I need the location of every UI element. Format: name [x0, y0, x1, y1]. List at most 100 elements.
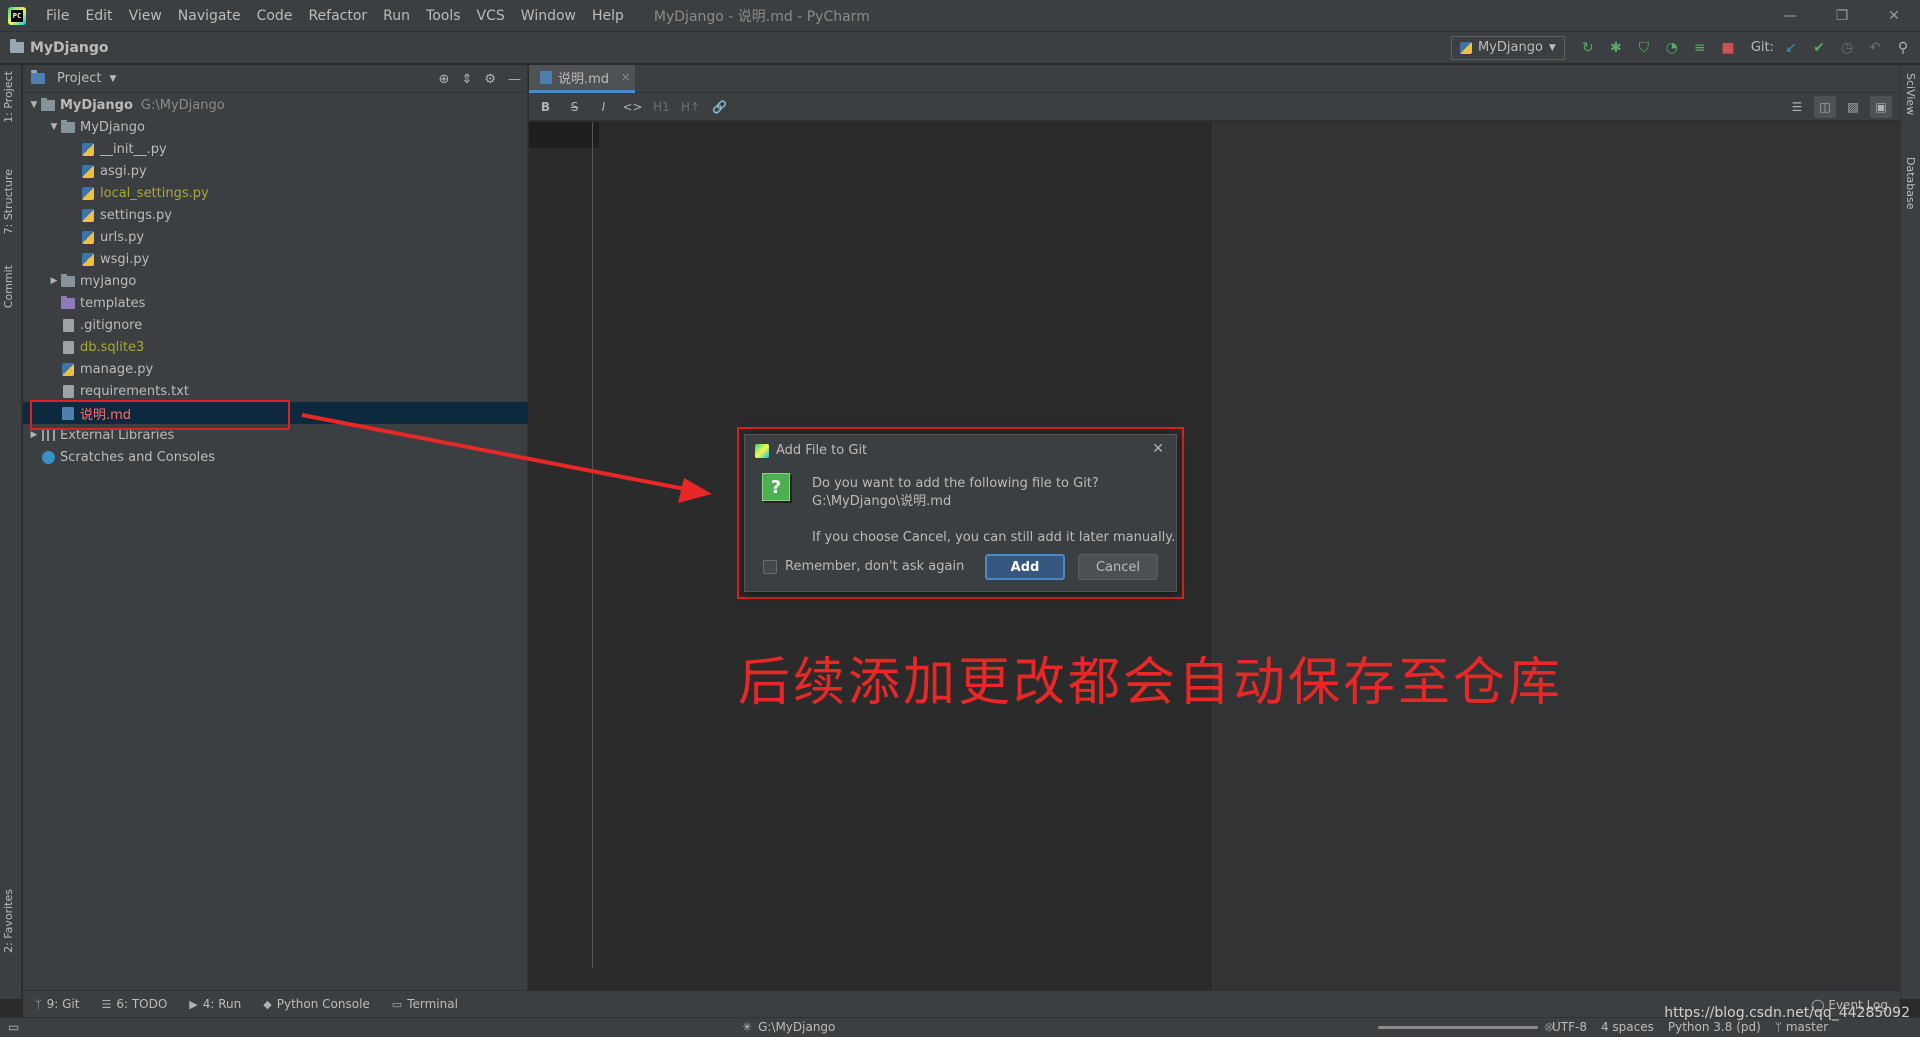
git-history-icon[interactable]: ◷ — [1836, 37, 1858, 59]
preview-only-icon[interactable]: ▨ — [1842, 96, 1864, 118]
chevron-down-icon[interactable]: ▼ — [109, 74, 116, 84]
restore-button[interactable]: ❐ — [1816, 0, 1868, 31]
split-view-icon[interactable]: ◫ — [1814, 96, 1836, 118]
tab-structure[interactable]: 7: Structure — [2, 169, 15, 234]
indent-widget[interactable]: 4 spaces — [1601, 1020, 1654, 1034]
editor-only-icon[interactable]: ☰ — [1786, 96, 1808, 118]
menu-code[interactable]: Code — [249, 8, 301, 24]
tree-item[interactable]: ▶ myjango — [23, 270, 528, 292]
git-rollback-icon[interactable]: ↶ — [1864, 37, 1886, 59]
rerun-icon[interactable]: ↻ — [1577, 37, 1599, 59]
close-window-button[interactable]: ✕ — [1868, 0, 1920, 31]
cancel-button[interactable]: Cancel — [1078, 554, 1158, 580]
python-file-icon — [82, 142, 94, 156]
collapse-all-icon[interactable]: ⇕ — [461, 72, 472, 87]
file-icon — [62, 384, 74, 398]
run-concurrency-icon[interactable]: ≡ — [1689, 37, 1711, 59]
minimize-button[interactable]: — — [1764, 0, 1816, 31]
stop-icon[interactable]: ■ — [1717, 37, 1739, 59]
menu-view[interactable]: View — [121, 8, 170, 24]
preview-mode-buttons: ☰ ◫ ▨ ▣ — [1786, 96, 1892, 118]
code-button[interactable]: <> — [618, 100, 647, 114]
menu-file[interactable]: File — [38, 8, 77, 24]
git-update-icon[interactable]: ↙ — [1780, 37, 1802, 59]
menu-vcs[interactable]: VCS — [469, 8, 513, 24]
git-label: Git: — [1750, 40, 1774, 55]
tree-item[interactable]: asgi.py — [23, 160, 528, 182]
tree-item-label: MyDjango — [80, 119, 145, 135]
hide-icon[interactable]: — — [508, 72, 521, 87]
chevron-down-icon[interactable]: ▼ — [27, 100, 41, 110]
tab-commit[interactable]: Commit — [2, 265, 15, 308]
breadcrumb-project[interactable]: MyDjango — [10, 39, 109, 56]
search-icon[interactable]: ⚲ — [1892, 37, 1914, 59]
folder-icon — [61, 273, 75, 287]
link-button[interactable]: 🔗 — [705, 100, 734, 114]
tree-item[interactable]: __init__.py — [23, 138, 528, 160]
dialog-message: Do you want to add the following file to… — [812, 475, 1099, 511]
profile-icon[interactable]: ◔ — [1661, 37, 1683, 59]
close-icon[interactable]: ✕ — [1152, 441, 1164, 457]
tab-project[interactable]: 1: Project — [2, 71, 15, 123]
menu-edit[interactable]: Edit — [77, 8, 120, 24]
tab-favorites[interactable]: 2: Favorites — [2, 889, 15, 953]
tree-item[interactable]: ▼ MyDjango — [23, 116, 528, 138]
chevron-right-icon[interactable]: ▶ — [27, 430, 41, 440]
italic-button[interactable]: I — [589, 100, 618, 114]
add-button[interactable]: Add — [985, 554, 1065, 580]
dialog-hint: If you choose Cancel, you can still add … — [812, 530, 1176, 545]
tab-readme-md[interactable]: 说明.md ✕ — [529, 65, 635, 93]
window-controls: — ❐ ✕ — [1764, 0, 1920, 31]
tab-sciview[interactable]: SciView — [1904, 73, 1917, 115]
tree-item[interactable]: wsgi.py — [23, 248, 528, 270]
menu-refactor[interactable]: Refactor — [300, 8, 375, 24]
project-view-selector[interactable]: Project — [57, 71, 101, 86]
menu-tools[interactable]: Tools — [418, 8, 469, 24]
tree-item[interactable]: manage.py — [23, 358, 528, 380]
menu-window[interactable]: Window — [513, 8, 584, 24]
tool-window-git[interactable]: ᛘ 9: Git — [35, 997, 79, 1011]
dialog-title: Add File to Git — [755, 443, 867, 458]
gear-icon[interactable]: ⚙ — [484, 72, 496, 87]
python-file-icon — [82, 164, 94, 178]
tab-database[interactable]: Database — [1904, 157, 1917, 210]
run-configuration-select[interactable]: MyDjango ▼ — [1450, 35, 1565, 60]
chevron-down-icon[interactable]: ▼ — [47, 122, 61, 132]
bold-button[interactable]: B — [531, 100, 560, 114]
debug-icon[interactable]: ✱ — [1605, 37, 1627, 59]
interpreter-widget[interactable]: Python 3.8 (pd) — [1668, 1020, 1761, 1034]
git-branch-widget[interactable]: ᛘ master — [1775, 1020, 1828, 1034]
chevron-right-icon[interactable]: ▶ — [47, 276, 61, 286]
git-commit-icon[interactable]: ✔ — [1808, 37, 1830, 59]
close-tab-icon[interactable]: ✕ — [621, 71, 630, 84]
layout-icon[interactable]: ▭ — [8, 1020, 19, 1034]
menu-run[interactable]: Run — [375, 8, 418, 24]
tree-item[interactable]: requirements.txt — [23, 380, 528, 402]
python-file-icon — [62, 362, 74, 376]
tree-item[interactable]: urls.py — [23, 226, 528, 248]
tool-window-todo[interactable]: ☰ 6: TODO — [101, 997, 167, 1011]
tree-item[interactable]: settings.py — [23, 204, 528, 226]
menu-navigate[interactable]: Navigate — [170, 8, 249, 24]
tree-item[interactable]: db.sqlite3 — [23, 336, 528, 358]
locate-icon[interactable]: ⊕ — [439, 72, 450, 87]
header-button[interactable]: H1 — [647, 100, 676, 114]
tree-item[interactable]: local_settings.py — [23, 182, 528, 204]
tree-item[interactable]: Scratches and Consoles — [23, 446, 528, 468]
layout-toggle-icon[interactable]: ▣ — [1870, 96, 1892, 118]
tool-window-run[interactable]: ▶ 4: Run — [189, 997, 241, 1011]
remember-checkbox[interactable] — [763, 559, 777, 574]
tree-item[interactable]: templates — [23, 292, 528, 314]
tool-window-terminal[interactable]: ▭ Terminal — [392, 997, 458, 1011]
header-increase-button[interactable]: H↑ — [676, 100, 705, 114]
strikethrough-button[interactable]: S — [560, 100, 589, 114]
remember-checkbox-row[interactable]: Remember, don't ask again — [763, 559, 964, 574]
coverage-icon[interactable]: ⛉ — [1633, 37, 1655, 59]
tree-item[interactable]: .gitignore — [23, 314, 528, 336]
tree-item[interactable]: ▼ MyDjango G:\MyDjango — [23, 94, 528, 116]
tree-item-label: requirements.txt — [80, 383, 190, 399]
tool-window-python-console[interactable]: ◆ Python Console — [263, 997, 370, 1011]
encoding-widget[interactable]: UTF-8 — [1552, 1020, 1587, 1034]
tool-label: Terminal — [407, 997, 458, 1011]
menu-help[interactable]: Help — [584, 8, 632, 24]
